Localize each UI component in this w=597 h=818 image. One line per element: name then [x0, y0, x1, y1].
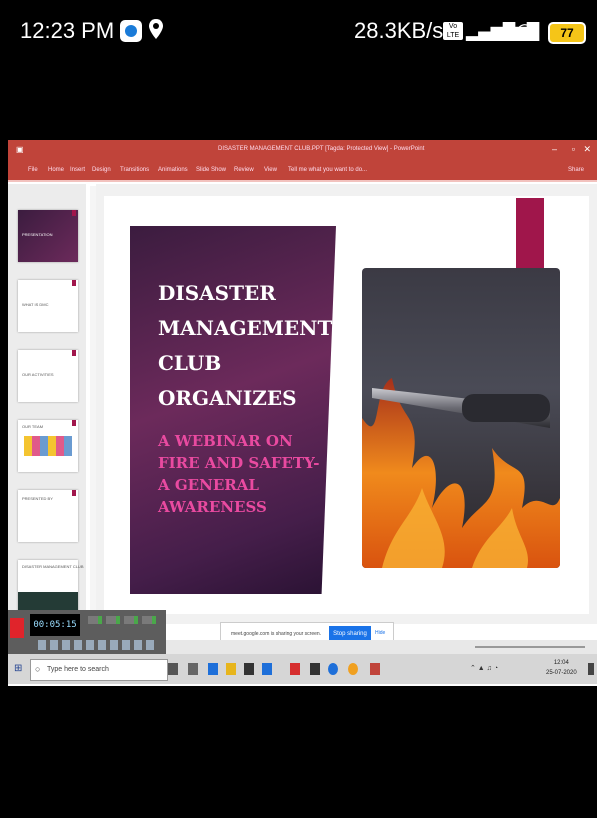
windows-start-icon[interactable]: ⊞: [14, 663, 22, 674]
task-view-icon[interactable]: [188, 663, 198, 675]
subheading-line: A GENERAL: [158, 476, 259, 494]
wifi-icon: ◠: [516, 18, 534, 42]
thumbnail-label: PRESENTATION: [22, 232, 53, 237]
battery-indicator: 77: [548, 22, 586, 44]
slide-thumbnail-4[interactable]: OUR TEAM: [18, 420, 78, 472]
thumbnail-image: [18, 592, 78, 612]
hide-link[interactable]: Hide: [375, 630, 385, 636]
phone-clock: 12:23 PM: [20, 18, 115, 43]
recorder-toolbar[interactable]: [38, 640, 158, 650]
screen-recorder-widget: 00:05:15: [8, 610, 166, 654]
tab-design[interactable]: Design: [92, 167, 111, 173]
tab-view[interactable]: View: [264, 167, 277, 173]
tab-transitions[interactable]: Transitions: [120, 167, 149, 173]
slide-heading: DISASTER MANAGEMENT CLUB ORGANIZES: [158, 276, 333, 416]
store-icon[interactable]: [244, 663, 254, 675]
system-tray-icons[interactable]: ⌃ ▲ ♫ ◔: [470, 664, 498, 672]
mic-icon[interactable]: [168, 663, 178, 675]
tab-insert[interactable]: Insert: [70, 167, 85, 173]
message-app-icon: [120, 20, 142, 42]
accent-bar: [516, 198, 544, 268]
volte-badge: Vo LTE: [443, 22, 463, 40]
slide-subheading: A WEBINAR ON FIRE AND SAFETY- A GENERAL …: [158, 430, 328, 518]
edge-icon[interactable]: [208, 663, 218, 675]
tab-home[interactable]: Home: [48, 167, 64, 173]
heading-line: DISASTER: [158, 281, 276, 305]
slide-thumbnail-pane: PRESENTATION WHAT IS DMC OUR ACTIVITIES …: [8, 184, 86, 614]
tell-me-box[interactable]: Tell me what you want to do...: [288, 167, 367, 173]
record-icon[interactable]: [10, 618, 24, 638]
tab-animations[interactable]: Animations: [158, 167, 188, 173]
subheading-line: A WEBINAR ON: [158, 432, 293, 450]
slide-thumbnail-1[interactable]: PRESENTATION: [18, 210, 78, 262]
taskbar-time: 12:04: [553, 660, 569, 666]
thumbnail-label: OUR ACTIVITIES: [22, 372, 54, 377]
ribbon-tabs: File Home Insert Design Transitions Anim…: [8, 162, 597, 180]
thumbnail-accent: [72, 420, 76, 426]
app-icon[interactable]: [310, 663, 320, 675]
share-button[interactable]: Share: [568, 167, 584, 173]
search-placeholder: Type here to search: [47, 666, 109, 673]
save-icon[interactable]: ▣: [16, 145, 24, 154]
tab-slide-show[interactable]: Slide Show: [196, 167, 226, 173]
recording-timer: 00:05:15: [30, 614, 80, 636]
opera-icon[interactable]: [290, 663, 300, 675]
powerpoint-titlebar: DISASTER MANAGEMENT CLUB.PPT [Tagda: Pro…: [8, 140, 597, 162]
thumbnail-accent: [72, 350, 76, 356]
taskbar-clock[interactable]: 12:04 25-07-2020: [546, 658, 577, 678]
zoom-slider[interactable]: [475, 646, 585, 648]
taskbar-date: 25-07-2020: [546, 670, 577, 676]
heading-line: CLUB: [158, 351, 222, 375]
taskbar-search-box[interactable]: ○ Type here to search: [30, 659, 168, 681]
network-speed: 28.3KB/s: [354, 18, 444, 43]
thumbnail-accent: [72, 280, 76, 286]
maximize-button[interactable]: ▫: [572, 144, 575, 154]
ribbon-divider: [8, 180, 597, 182]
heading-line: MANAGEMENT: [158, 316, 333, 340]
search-icon: ○: [35, 664, 41, 674]
close-button[interactable]: ✕: [583, 144, 591, 155]
subheading-line: FIRE AND SAFETY-: [158, 454, 320, 472]
subheading-line: AWARENESS: [158, 498, 267, 516]
thumbnail-accent: [72, 490, 76, 496]
location-pin-icon: [148, 18, 164, 40]
browser-icon[interactable]: [328, 663, 338, 675]
thumbnail-label: WHAT IS DMC: [22, 302, 49, 307]
window-title: DISASTER MANAGEMENT CLUB.PPT [Tagda: Pro…: [218, 146, 425, 152]
recorder-controls[interactable]: [88, 616, 158, 624]
fire-pen-image: [362, 268, 560, 568]
share-message: meet.google.com is sharing your screen.: [231, 631, 322, 637]
mail-icon[interactable]: [262, 663, 272, 675]
windows-taskbar: ⊞ ○ Type here to search ⌃ ▲ ♫ ◔ 12:04 25…: [8, 654, 597, 684]
thumbnail-label: OUR TEAM: [22, 424, 44, 429]
slide-thumbnail-3[interactable]: OUR ACTIVITIES: [18, 350, 78, 402]
heading-line: ORGANIZES: [158, 386, 297, 410]
slide-thumbnail-2[interactable]: WHAT IS DMC: [18, 280, 78, 332]
tab-review[interactable]: Review: [234, 167, 254, 173]
team-photos: [24, 436, 72, 456]
file-explorer-icon[interactable]: [226, 663, 236, 675]
powerpoint-taskbar-icon[interactable]: [370, 663, 380, 675]
thumbnail-label: DISASTER MANAGEMENT CLUB: [22, 564, 84, 569]
thumbnail-accent: [72, 210, 76, 216]
notifications-icon[interactable]: [588, 663, 594, 675]
slide-thumbnail-5[interactable]: PRESENTED BY: [18, 490, 78, 542]
slide-thumbnail-6[interactable]: DISASTER MANAGEMENT CLUB: [18, 560, 84, 612]
tab-file[interactable]: File: [28, 167, 38, 173]
minimize-button[interactable]: –: [552, 144, 557, 154]
chrome-icon[interactable]: [348, 663, 358, 675]
thumbnail-label: PRESENTED BY: [22, 496, 53, 501]
